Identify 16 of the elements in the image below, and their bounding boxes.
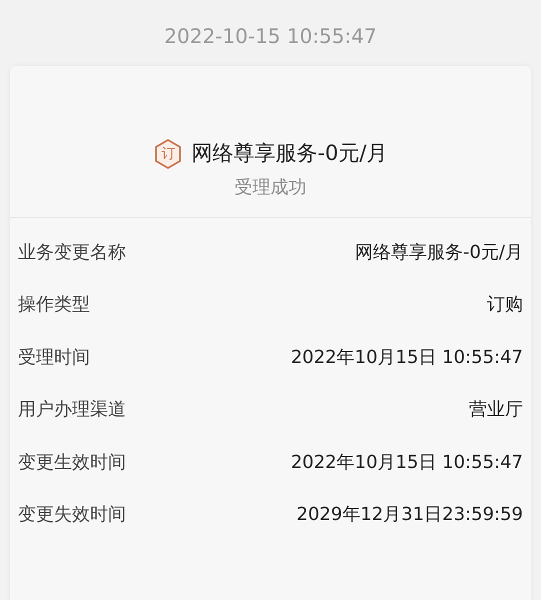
detail-value: 营业厅 [469, 398, 523, 422]
order-badge-icon: 订 [153, 138, 184, 170]
detail-label: 变更失效时间 [18, 503, 126, 528]
detail-label: 受理时间 [18, 346, 90, 370]
detail-value: 2022年10月15日 10:55:47 [290, 346, 523, 370]
detail-value: 2022年10月15日 10:55:47 [290, 450, 523, 475]
timestamp: 2022-10-15 10:55:47 [164, 24, 377, 48]
detail-value: 订购 [487, 293, 523, 318]
detail-value: 2029年12月31日23:59:59 [296, 503, 523, 528]
detail-label: 变更生效时间 [18, 450, 126, 475]
detail-label: 用户办理渠道 [18, 398, 126, 422]
detail-label: 业务变更名称 [18, 240, 126, 265]
service-title: 网络尊享服务-0元/月 [191, 140, 388, 168]
detail-label: 操作类型 [18, 293, 90, 318]
status-text: 受理成功 [234, 177, 306, 198]
detail-value: 网络尊享服务-0元/月 [354, 240, 523, 265]
